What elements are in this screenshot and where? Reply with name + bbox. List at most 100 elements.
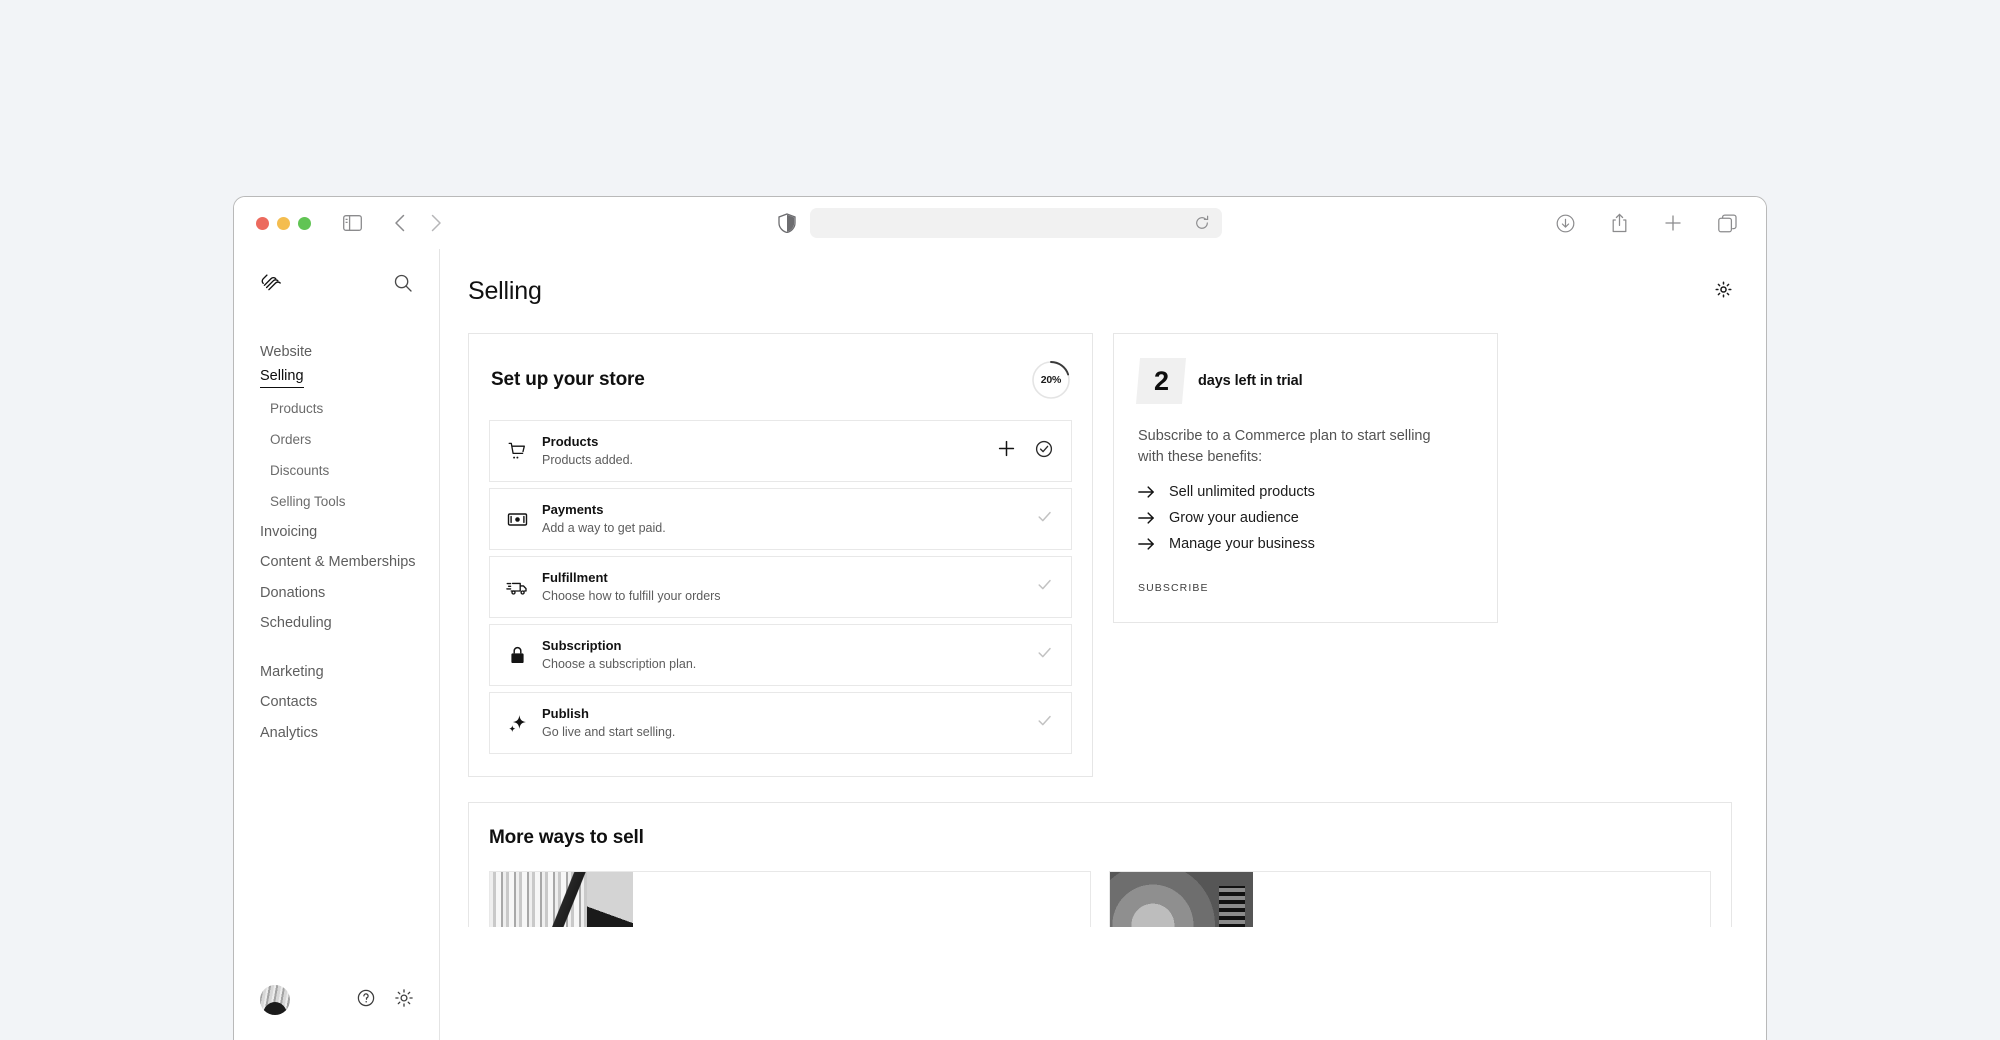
browser-toolbar-right <box>1552 210 1740 236</box>
task-description: Choose how to fulfill your orders <box>542 588 721 603</box>
setup-card-title: Set up your store <box>491 369 645 390</box>
sidebar-nav: Website Selling Products Orders Discount… <box>234 343 439 748</box>
sidebar-item-label: Donations <box>260 584 326 601</box>
task-title: Subscription <box>542 638 622 654</box>
page-header: Selling <box>440 249 1766 306</box>
sparkle-icon <box>506 712 528 734</box>
check-icon[interactable] <box>1036 576 1053 598</box>
sidebar-item-analytics[interactable]: Analytics <box>260 718 413 749</box>
setup-store-card: Set up your store 20% Products Products … <box>468 333 1093 777</box>
task-actions <box>1036 712 1053 734</box>
task-text: Products Products added. <box>542 433 984 468</box>
sidebar-item-label: Content & Memberships <box>260 554 416 570</box>
setup-progress-ring: 20% <box>1031 360 1071 400</box>
sidebar-footer-actions <box>357 988 413 1012</box>
more-ways-title: More ways to sell <box>489 827 644 848</box>
sidebar-item-scheduling[interactable]: Scheduling <box>260 608 413 639</box>
sidebar-item-products[interactable]: Products <box>260 393 413 424</box>
sidebar-item-selling[interactable]: Selling <box>260 361 413 393</box>
plus-icon[interactable] <box>998 440 1015 462</box>
task-text: Subscription Choose a subscription plan. <box>542 637 1022 672</box>
sidebar-item-content-memberships[interactable]: Content & Memberships <box>260 547 416 578</box>
task-actions <box>1036 576 1053 598</box>
task-title: Publish <box>542 706 589 722</box>
product-photo <box>1110 872 1253 927</box>
forward-button[interactable] <box>423 210 449 236</box>
check-icon[interactable] <box>1036 644 1053 666</box>
sidebar-toggle-icon[interactable] <box>339 210 365 236</box>
lock-icon <box>506 644 528 666</box>
sidebar-item-donations[interactable]: Donations <box>260 578 413 609</box>
sidebar-item-orders[interactable]: Orders <box>260 424 413 455</box>
close-window-button[interactable] <box>256 216 269 230</box>
sidebar-item-marketing[interactable]: Marketing <box>260 657 413 688</box>
more-ways-item[interactable] <box>489 871 1091 927</box>
check-icon[interactable] <box>1036 712 1053 734</box>
browser-titlebar <box>234 197 1766 249</box>
trial-card: 2 days left in trial Subscribe to a Comm… <box>1113 333 1498 624</box>
back-button[interactable] <box>387 210 413 236</box>
sidebar-item-label: Orders <box>270 431 312 447</box>
browser-window: Website Selling Products Orders Discount… <box>233 196 1767 1040</box>
task-row-payments[interactable]: Payments Add a way to get paid. <box>489 488 1072 550</box>
sidebar-item-contacts[interactable]: Contacts <box>260 687 413 718</box>
address-bar-area <box>778 208 1222 238</box>
task-description: Go live and start selling. <box>542 724 676 739</box>
task-row-subscription[interactable]: Subscription Choose a subscription plan. <box>489 624 1072 686</box>
page-title: Selling <box>468 277 542 305</box>
maximize-window-button[interactable] <box>298 216 311 230</box>
avatar[interactable] <box>260 985 290 1015</box>
more-ways-item[interactable] <box>1109 871 1711 927</box>
shopping-cart-icon <box>506 440 528 462</box>
setup-task-list: Products Products added. Payments Add a … <box>489 420 1072 754</box>
task-row-fulfillment[interactable]: Fulfillment Choose how to fulfill your o… <box>489 556 1072 618</box>
sidebar-item-label: Selling Tools <box>270 493 346 509</box>
sidebar-item-invoicing[interactable]: Invoicing <box>260 517 413 548</box>
task-actions <box>1036 644 1053 666</box>
task-title: Products <box>542 434 599 450</box>
search-icon[interactable] <box>393 273 413 293</box>
sidebar-item-label: Scheduling <box>260 615 332 631</box>
tab-overview-icon[interactable] <box>1714 210 1740 236</box>
arrow-right-icon <box>1138 485 1155 499</box>
task-title: Fulfillment <box>542 570 608 586</box>
app-sidebar: Website Selling Products Orders Discount… <box>234 249 440 1040</box>
payment-card-icon <box>506 508 528 530</box>
task-description: Add a way to get paid. <box>542 520 666 535</box>
share-icon[interactable] <box>1606 210 1632 236</box>
sidebar-item-selling-tools[interactable]: Selling Tools <box>260 486 413 517</box>
task-row-publish[interactable]: Publish Go live and start selling. <box>489 692 1072 754</box>
sidebar-item-discounts[interactable]: Discounts <box>260 455 413 486</box>
trial-days-label: days left in trial <box>1198 373 1303 389</box>
sidebar-item-label: Selling <box>260 361 304 388</box>
task-actions <box>998 440 1053 463</box>
benefit-label: Sell unlimited products <box>1169 484 1315 501</box>
reload-icon[interactable] <box>1194 215 1210 231</box>
help-icon[interactable] <box>357 989 375 1012</box>
minimize-window-button[interactable] <box>277 216 290 230</box>
sidebar-item-label: Discounts <box>270 462 330 478</box>
more-ways-grid <box>489 871 1711 927</box>
sidebar-divider <box>260 639 413 657</box>
delivery-truck-icon <box>506 576 528 598</box>
squarespace-logo[interactable] <box>260 271 284 295</box>
setup-card-header: Set up your store 20% <box>489 360 1072 400</box>
check-circle-icon[interactable] <box>1035 440 1053 463</box>
storefront-photo <box>490 872 633 927</box>
downloads-icon[interactable] <box>1552 210 1578 236</box>
url-input[interactable] <box>810 208 1222 238</box>
task-text: Payments Add a way to get paid. <box>542 501 1022 536</box>
gear-icon[interactable] <box>395 988 413 1012</box>
subscribe-button[interactable]: SUBSCRIBE <box>1138 582 1209 594</box>
sidebar-item-label: Contacts <box>260 694 318 710</box>
sidebar-item-label: Products <box>270 400 324 416</box>
sidebar-item-label: Invoicing <box>260 523 318 540</box>
privacy-shield-icon <box>778 213 796 234</box>
app-body: Website Selling Products Orders Discount… <box>234 249 1766 1040</box>
check-icon[interactable] <box>1036 508 1053 530</box>
task-row-products[interactable]: Products Products added. <box>489 420 1072 482</box>
sidebar-item-website[interactable]: Website <box>260 343 413 361</box>
gear-icon[interactable] <box>1715 280 1732 303</box>
sidebar-header <box>234 249 439 295</box>
new-tab-icon[interactable] <box>1660 210 1686 236</box>
